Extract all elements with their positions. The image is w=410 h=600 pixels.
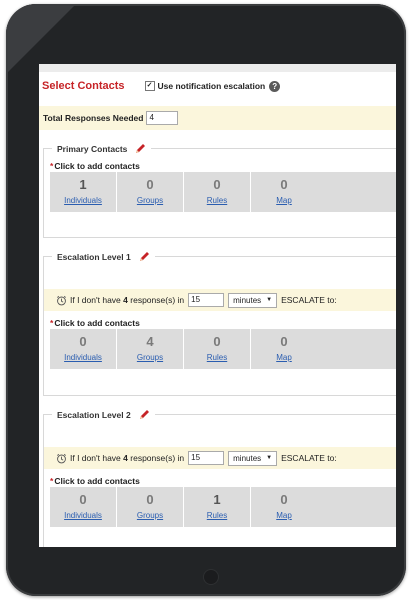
time-unit-value: minutes [233,295,262,305]
total-responses-label: Total Responses Needed [43,113,144,123]
tile-link[interactable]: Individuals [50,352,116,364]
section-title-text: Escalation Level 1 [57,252,131,262]
tile-rules[interactable]: 0 Rules [184,172,251,212]
condition-middle: response(s) in [130,453,185,463]
alarm-clock-icon [57,295,66,305]
add-contacts-label[interactable]: *Click to add contacts [50,475,396,487]
tile-link[interactable]: Rules [184,510,250,522]
header-row: Select Contacts ✓ Use notification escal… [39,74,396,98]
condition-count: 4 [123,453,128,463]
app-screen: Select Contacts ✓ Use notification escal… [39,64,396,547]
pencil-icon[interactable] [134,143,146,155]
condition-prefix: If I don't have [70,453,121,463]
section-title: Escalation Level 1 [52,249,155,265]
tile-rules[interactable]: 1 Rules [184,487,251,527]
condition-suffix: ESCALATE to: [281,295,337,305]
contact-tiles: 1 Individuals 0 Groups 0 Rules 0 Map [50,172,396,212]
time-unit-select[interactable]: minutes ▼ [228,450,278,466]
section-body: If I don't have 4 response(s) in 15 minu… [44,257,396,369]
tile-link[interactable]: Individuals [50,510,116,522]
add-contacts-label[interactable]: *Click to add contacts [50,160,396,172]
section-body: If I don't have 4 response(s) in 15 minu… [44,415,396,527]
page-title: Select Contacts [42,80,125,92]
tile-link[interactable]: Groups [117,352,183,364]
time-unit-select[interactable]: minutes ▼ [228,292,278,308]
section-title: Escalation Level 2 [52,407,155,423]
primary-contacts-section: Primary Contacts *Click to add contacts … [43,141,396,238]
tile-individuals[interactable]: 0 Individuals [50,487,117,527]
tile-count: 1 [79,177,87,192]
contact-tiles: 0 Individuals 4 Groups 0 Rules 0 Map [50,329,396,369]
add-contacts-text: Click to add contacts [54,318,140,328]
total-responses-input[interactable]: 4 [146,111,179,125]
escalation-time-input[interactable]: 15 [188,451,225,465]
tile-count: 0 [280,177,288,192]
tile-link[interactable]: Map [251,352,317,364]
tile-count: 0 [79,334,87,349]
escalation-level-2-section: Escalation Level 2 If I don't have 4 res [43,407,396,547]
tablet-frame: Select Contacts ✓ Use notification escal… [6,4,406,596]
add-contacts-text: Click to add contacts [54,161,140,171]
tile-individuals[interactable]: 0 Individuals [50,329,117,369]
escalation-label: Use notification escalation [157,81,266,91]
escalation-condition: If I don't have 4 response(s) in 15 minu… [44,447,396,469]
contact-tiles: 0 Individuals 0 Groups 1 Rules 0 Map [50,487,396,527]
section-title: Primary Contacts [52,141,152,157]
select-contacts-panel: Select Contacts ✓ Use notification escal… [39,72,396,547]
add-contacts-text: Click to add contacts [54,476,140,486]
add-contacts-label[interactable]: *Click to add contacts [50,317,396,329]
tile-count: 0 [146,492,154,507]
tile-count: 4 [146,334,154,349]
tile-link[interactable]: Map [251,510,317,522]
tile-groups[interactable]: 4 Groups [117,329,184,369]
tile-link[interactable]: Groups [117,510,183,522]
tile-groups[interactable]: 0 Groups [117,172,184,212]
caret-down-icon: ▼ [266,296,273,303]
section-title-text: Primary Contacts [57,144,128,154]
tile-link[interactable]: Rules [184,195,250,207]
escalation-checkbox[interactable]: ✓ [144,81,155,91]
caret-down-icon: ▼ [266,454,273,461]
escalation-condition: If I don't have 4 response(s) in 15 minu… [44,289,396,311]
tile-count: 0 [146,177,154,192]
total-responses-bar: Total Responses Needed 4 [39,106,396,130]
section-title-text: Escalation Level 2 [57,410,131,420]
tile-count: 0 [213,177,221,192]
home-button[interactable] [204,570,218,584]
tile-count: 0 [280,492,288,507]
tile-link[interactable]: Individuals [50,195,116,207]
top-strip [39,64,396,72]
tile-link[interactable]: Groups [117,195,183,207]
tile-map[interactable]: 0 Map [251,487,317,527]
tile-map[interactable]: 0 Map [251,329,317,369]
tile-link[interactable]: Map [251,195,317,207]
tile-map[interactable]: 0 Map [251,172,317,212]
question-circle-icon[interactable]: ? [269,80,281,92]
tile-individuals[interactable]: 1 Individuals [50,172,117,212]
tile-rules[interactable]: 0 Rules [184,329,251,369]
escalation-toggle[interactable]: ✓ Use notification escalation ? [144,80,281,92]
tile-link[interactable]: Rules [184,352,250,364]
pencil-icon[interactable] [138,251,150,263]
time-unit-value: minutes [233,453,262,463]
condition-count: 4 [123,295,128,305]
tile-count: 0 [79,492,87,507]
escalation-level-1-section: Escalation Level 1 If I don't have 4 res [43,249,396,396]
tile-groups[interactable]: 0 Groups [117,487,184,527]
tile-count: 0 [213,334,221,349]
tile-count: 1 [213,492,221,507]
tile-count: 0 [280,334,288,349]
condition-prefix: If I don't have [70,295,121,305]
pencil-icon[interactable] [138,409,150,421]
alarm-clock-icon [57,453,66,463]
condition-middle: response(s) in [130,295,185,305]
escalation-time-input[interactable]: 15 [188,293,225,307]
condition-suffix: ESCALATE to: [281,453,337,463]
section-body: *Click to add contacts 1 Individuals 0 G… [44,149,396,212]
